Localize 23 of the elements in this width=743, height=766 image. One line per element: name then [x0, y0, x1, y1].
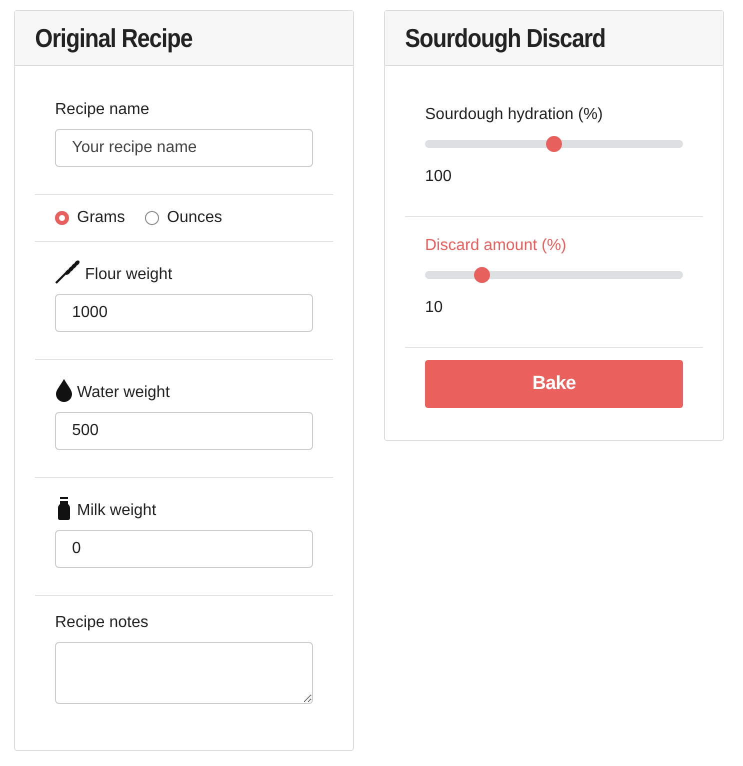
input-field[interactable]: 500 [55, 412, 313, 450]
notes-field[interactable] [55, 642, 313, 704]
input-field[interactable]: 1000 [55, 294, 313, 332]
radio-option[interactable]: Grams [55, 209, 125, 227]
field-label: Flour weight [85, 266, 172, 284]
wheat-icon [55, 260, 81, 284]
card-title: Original Recipe [35, 22, 192, 54]
slider-thumb[interactable] [474, 267, 490, 283]
bottle-icon [55, 496, 73, 520]
field-label: Recipe notes [55, 614, 150, 632]
card-title: Sourdough Discard [405, 22, 606, 54]
radio-option[interactable]: Ounces [145, 209, 222, 227]
field-label: Recipe name [55, 101, 150, 119]
slider-thumb[interactable] [546, 136, 562, 152]
slider-value: 10 [425, 299, 444, 317]
field-label: Milk weight [77, 502, 156, 520]
drop-icon [55, 378, 73, 402]
slider-value: 100 [425, 168, 453, 186]
slider-label: Discard amount (%) [425, 237, 568, 255]
input-field[interactable]: 0 [55, 530, 313, 568]
input-field[interactable]: Your recipe name [55, 129, 313, 167]
slider-label: Sourdough hydration (%) [425, 106, 604, 124]
field-label: Water weight [77, 384, 170, 402]
